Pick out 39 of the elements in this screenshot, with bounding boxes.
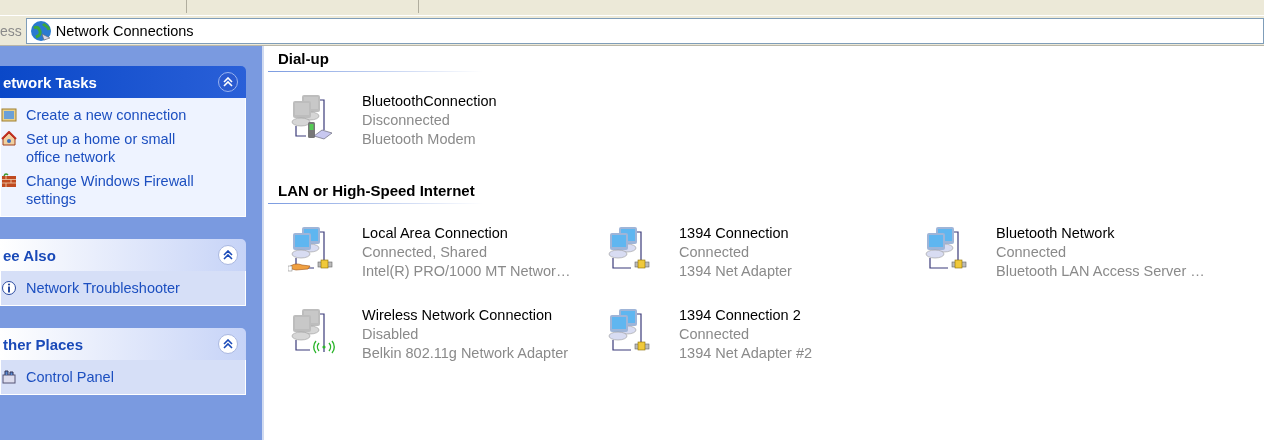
connection-status: Connected, Shared — [362, 243, 488, 262]
task-link[interactable]: Create a new connection — [26, 106, 206, 124]
device-name: Bluetooth Modem — [362, 130, 477, 149]
connection-status: Connected — [679, 325, 751, 344]
device-name: 1394 Net Adapter #2 — [679, 344, 813, 363]
device-name: 1394 Net Adapter — [679, 262, 792, 281]
connection-status: Disconnected — [362, 111, 451, 130]
double-chevron-icon — [223, 250, 233, 260]
firewall-icon — [1, 173, 17, 189]
device-name: Intel(R) PRO/1000 MT Networ… — [362, 262, 571, 281]
collapse-button[interactable] — [218, 334, 238, 354]
collapse-button[interactable] — [218, 245, 238, 265]
home-icon — [1, 131, 17, 147]
connection-name[interactable]: Wireless Network Connection — [362, 306, 569, 325]
connection-name[interactable]: Local Area Connection — [362, 224, 571, 243]
globe-icon — [29, 19, 52, 42]
task-link[interactable]: Network Troubleshooter — [26, 279, 206, 297]
task-link[interactable]: Set up a home or small office network — [26, 130, 206, 166]
double-chevron-icon — [223, 77, 233, 87]
connection-name[interactable]: BluetoothConnection — [362, 92, 497, 111]
task-link[interactable]: Control Panel — [26, 368, 206, 386]
task-link[interactable]: Change Windows Firewall settings — [26, 172, 206, 208]
group-heading: LAN or High-Speed Internet — [268, 182, 698, 204]
connection-name[interactable]: Bluetooth Network — [996, 224, 1205, 243]
panel-title: ther Places — [3, 335, 84, 353]
connection-name[interactable]: 1394 Connection — [679, 224, 792, 243]
panel-title: ee Also — [3, 246, 56, 264]
device-name: Bluetooth LAN Access Server … — [996, 262, 1205, 281]
connection-name[interactable]: 1394 Connection 2 — [679, 306, 813, 325]
double-chevron-icon — [223, 339, 233, 349]
address-field[interactable]: Network Connections — [25, 17, 1264, 44]
device-name: Belkin 802.11g Network Adapter — [362, 344, 569, 363]
group-heading: Dial-up — [268, 50, 698, 72]
connection-status: Connected — [996, 243, 1068, 262]
connection-status: Disabled — [362, 325, 420, 344]
panel-title: etwork Tasks — [3, 73, 97, 91]
connection-status: Connected — [679, 243, 751, 262]
collapse-button[interactable] — [218, 72, 238, 92]
address-label: ess — [0, 22, 23, 39]
